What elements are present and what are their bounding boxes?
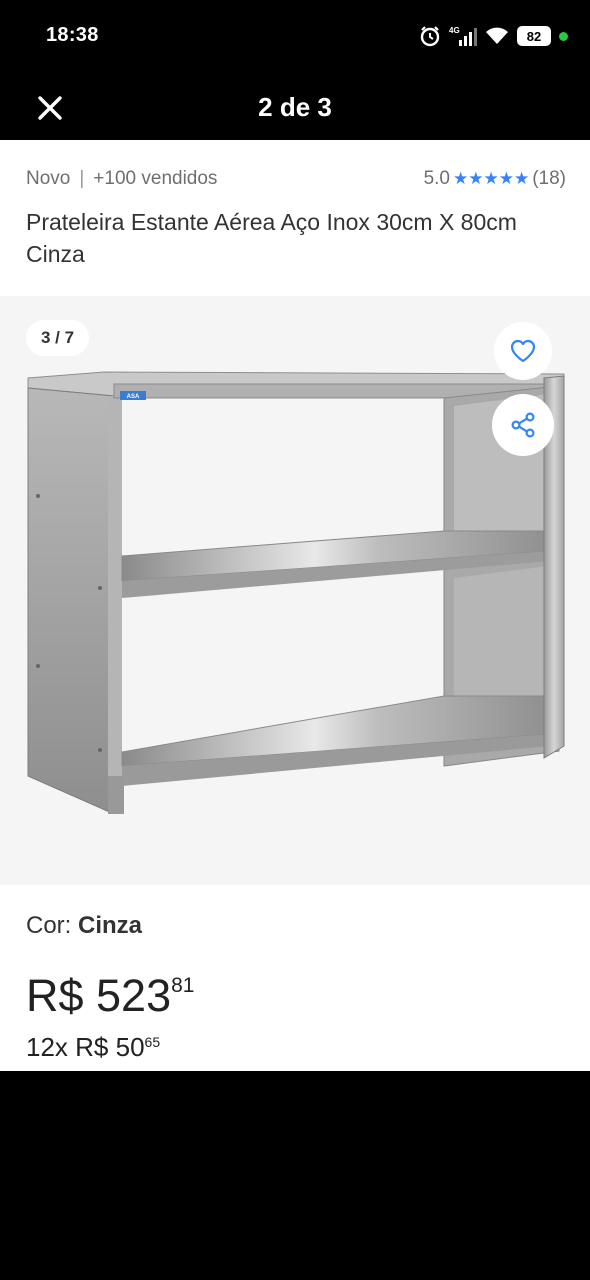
cellular-signal-icon: 4G: [449, 26, 477, 46]
share-button[interactable]: [492, 394, 554, 456]
installments: 12x R$ 5065: [26, 1032, 160, 1063]
price: R$ 52381: [26, 970, 194, 1022]
product-image[interactable]: ASA: [24, 366, 566, 814]
sold-count: +100 vendidos: [93, 168, 218, 189]
favorite-button[interactable]: [494, 322, 552, 380]
product-meta-row: Novo | +100 vendidos 5.0 ★★★★★ (18): [26, 166, 566, 192]
meta-separator: |: [79, 168, 85, 189]
image-gallery[interactable]: 3 / 7 ASA: [0, 296, 590, 885]
product-sheet: Novo | +100 vendidos 5.0 ★★★★★ (18) Prat…: [0, 140, 590, 1071]
rating-value: 5.0: [423, 168, 450, 189]
viewer-header: 2 de 3: [0, 72, 590, 140]
battery-indicator: 82: [517, 26, 551, 46]
status-time: 18:38: [46, 24, 99, 46]
heart-icon: [510, 339, 536, 363]
viewer-title: 2 de 3: [258, 92, 332, 122]
condition-label: Novo: [26, 168, 71, 189]
rating-summary[interactable]: 5.0 ★★★★★ (18): [424, 168, 566, 190]
product-meta: Novo | +100 vendidos: [26, 168, 217, 190]
share-icon: [511, 412, 535, 438]
status-bar: 18:38 4G 82: [0, 0, 590, 72]
status-icons: 4G 82: [419, 22, 568, 50]
alarm-icon: [420, 26, 440, 47]
price-main: R$ 523: [26, 970, 172, 1021]
image-counter: 3 / 7: [26, 320, 90, 356]
star-rating-icon: ★★★★★: [453, 169, 530, 188]
review-count: (18): [532, 168, 566, 189]
price-cents: 81: [171, 974, 195, 997]
svg-text:4G: 4G: [449, 26, 460, 35]
wifi-icon: [486, 27, 508, 44]
color-variant: Cor: Cinza: [26, 912, 142, 940]
installments-main: 12x R$ 50: [26, 1032, 145, 1062]
brand-label-text: ASA: [127, 394, 140, 400]
color-label: Cor:: [26, 912, 79, 939]
privacy-indicator-dot: [559, 31, 568, 41]
installments-cents: 65: [144, 1034, 161, 1050]
product-title: Prateleira Estante Aérea Aço Inox 30cm X…: [26, 209, 517, 267]
color-value: Cinza: [78, 912, 143, 939]
